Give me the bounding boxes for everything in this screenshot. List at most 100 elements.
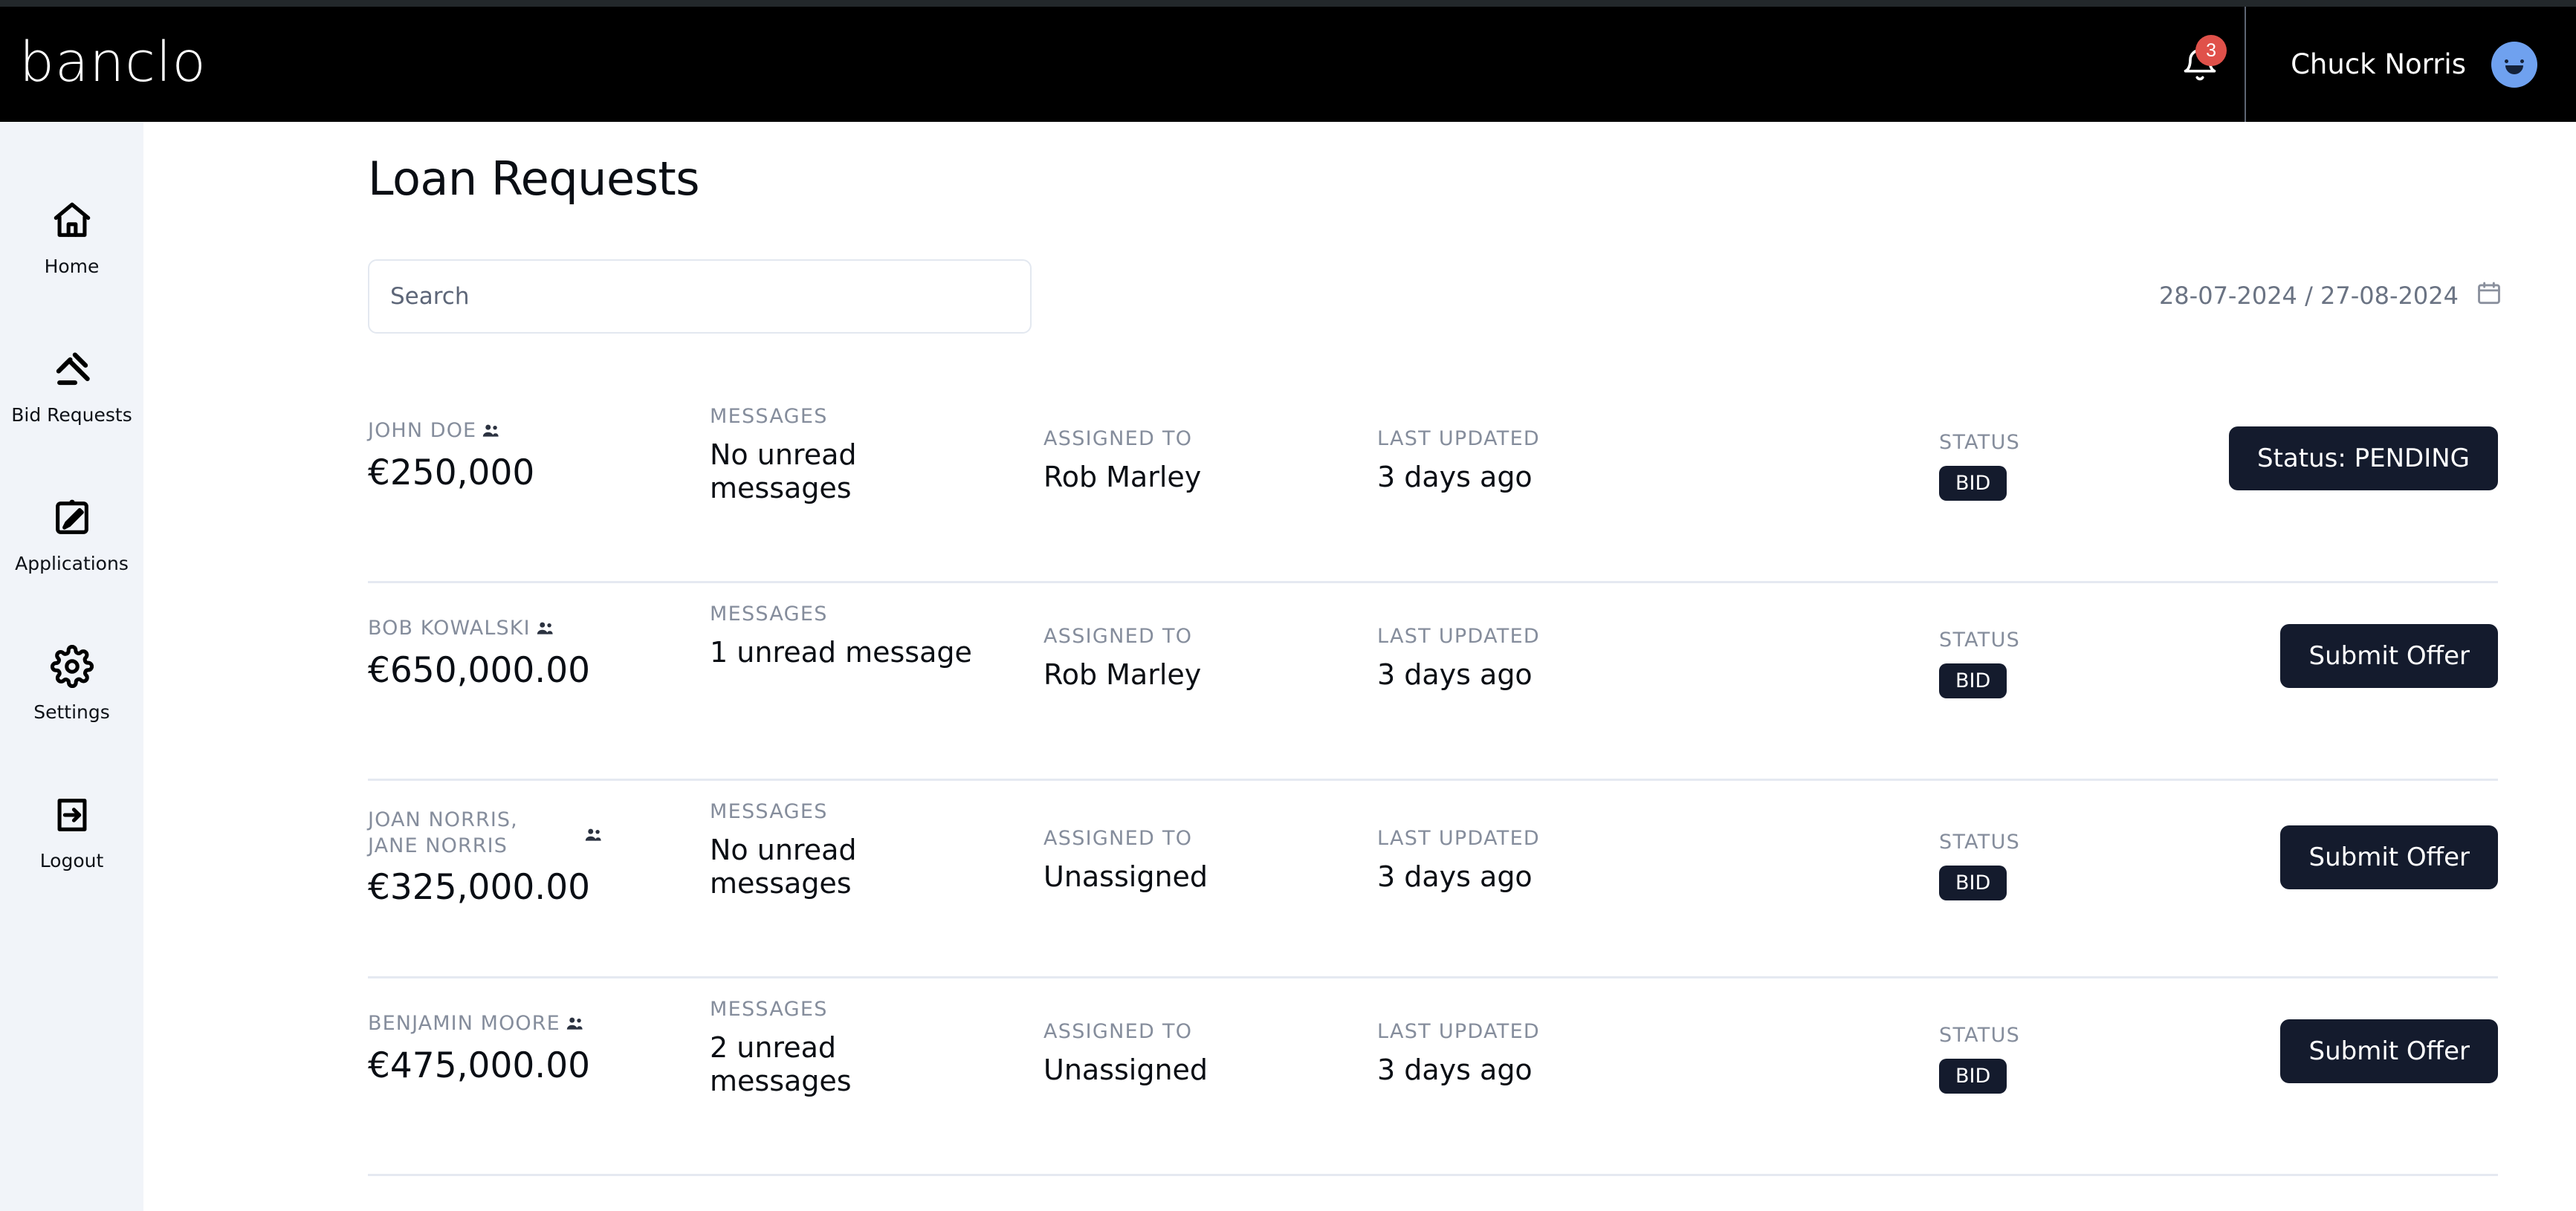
sidebar-item-applications[interactable]: Applications	[0, 477, 143, 626]
logout-icon	[51, 790, 94, 840]
group-icon	[565, 1014, 584, 1037]
messages-column-label: MESSAGES	[710, 800, 870, 823]
clipboard-pencil-icon	[51, 493, 94, 542]
assigned-to-column-label: ASSIGNED TO	[1043, 827, 1259, 850]
loan-amount: €475,000.00	[368, 1045, 665, 1086]
calendar-icon[interactable]	[2475, 279, 2503, 311]
status-cell: STATUS BID	[1921, 629, 2077, 698]
borrower-cell: JOAN NORRIS, JANE NORRIS €325,000.00	[368, 808, 665, 908]
last-updated-value: 3 days ago	[1377, 1053, 1593, 1087]
gear-icon	[51, 642, 94, 691]
messages-cell: MESSAGES 1 unread message	[710, 603, 955, 669]
home-icon	[51, 196, 94, 245]
status-column-label: STATUS	[1939, 1024, 2077, 1047]
messages-value: 2 unread messages	[710, 1031, 870, 1098]
group-icon	[535, 619, 554, 642]
borrower-cell: BENJAMIN MOORE €475,000.00	[368, 1011, 665, 1086]
last-updated-column-label: LAST UPDATED	[1377, 625, 1593, 648]
gavel-icon	[49, 345, 95, 394]
borrower-cell: JOHN DOE €250,000	[368, 418, 665, 493]
table-row[interactable]: BOB KOWALSKI €650,000.00 MESSAGES 1 unre…	[368, 583, 2498, 781]
assigned-to-cell: ASSIGNED TO Rob Marley	[1043, 427, 1259, 494]
date-range-text: 28-07-2024 / 27-08-2024	[2159, 282, 2459, 310]
row-action-button[interactable]: Submit Offer	[2280, 624, 2498, 688]
brand-logo[interactable]: banclo	[19, 35, 207, 90]
group-icon	[481, 421, 500, 444]
notifications-button[interactable]: 3	[2155, 7, 2245, 122]
sidebar-item-label: Settings	[33, 701, 110, 723]
last-updated-column-label: LAST UPDATED	[1377, 1020, 1593, 1043]
avatar[interactable]	[2491, 42, 2537, 88]
sidebar-item-home[interactable]: Home	[0, 180, 143, 328]
messages-value: No unread messages	[710, 438, 870, 505]
notification-count-badge: 3	[2195, 35, 2227, 66]
last-updated-cell: LAST UPDATED 3 days ago	[1377, 625, 1593, 692]
main-content: Loan Requests 28-07-2024 / 27-08-2024 JO…	[143, 122, 2576, 1211]
borrower-names: JOHN DOE	[368, 418, 658, 444]
avatar-eye-left	[2505, 59, 2508, 63]
table-row[interactable]: BENJAMIN MOORE €475,000.00 MESSAGES 2 un…	[368, 978, 2498, 1176]
header-right-cluster: 3 Chuck Norris	[2155, 7, 2576, 122]
assigned-to-value: Unassigned	[1043, 1053, 1259, 1087]
sidebar-item-bid-requests[interactable]: Bid Requests	[0, 328, 143, 477]
assigned-to-column-label: ASSIGNED TO	[1043, 427, 1259, 450]
messages-column-label: MESSAGES	[710, 998, 870, 1021]
status-cell: STATUS BID	[1921, 831, 2077, 900]
last-updated-cell: LAST UPDATED 3 days ago	[1377, 1020, 1593, 1087]
window-top-strip	[0, 0, 2576, 7]
row-action-button[interactable]: Submit Offer	[2280, 1019, 2498, 1083]
last-updated-cell: LAST UPDATED 3 days ago	[1377, 427, 1593, 494]
row-action-button[interactable]: Submit Offer	[2280, 825, 2498, 889]
page-title: Loan Requests	[368, 152, 699, 206]
action-cell: Submit Offer	[2280, 624, 2498, 688]
messages-value: No unread messages	[710, 834, 870, 900]
user-name: Chuck Norris	[2291, 48, 2466, 80]
assigned-to-cell: ASSIGNED TO Unassigned	[1043, 1020, 1259, 1087]
assigned-to-cell: ASSIGNED TO Unassigned	[1043, 827, 1259, 894]
assigned-to-cell: ASSIGNED TO Rob Marley	[1043, 625, 1259, 692]
loan-requests-list: JOHN DOE €250,000 MESSAGES No unread mes…	[143, 386, 2576, 1176]
sidebar-item-label: Applications	[15, 553, 129, 574]
sidebar-item-logout[interactable]: Logout	[0, 774, 143, 923]
sidebar-item-label: Bid Requests	[11, 404, 132, 426]
loan-amount: €650,000.00	[368, 650, 665, 691]
assigned-to-column-label: ASSIGNED TO	[1043, 1020, 1259, 1043]
status-cell: STATUS BID	[1921, 1024, 2077, 1094]
status-column-label: STATUS	[1939, 431, 2077, 454]
status-badge: BID	[1939, 466, 2007, 501]
loan-amount: €250,000	[368, 452, 665, 493]
table-row[interactable]: JOHN DOE €250,000 MESSAGES No unread mes…	[368, 386, 2498, 583]
borrower-name-text: BOB KOWALSKI	[368, 616, 531, 642]
borrower-names: JOAN NORRIS, JANE NORRIS	[368, 808, 658, 859]
sidebar-item-settings[interactable]: Settings	[0, 626, 143, 774]
table-row[interactable]: JOAN NORRIS, JANE NORRIS €325,000.00 MES…	[368, 781, 2498, 978]
avatar-mouth	[2505, 65, 2523, 74]
date-range-picker[interactable]: 28-07-2024 / 27-08-2024	[2159, 279, 2503, 311]
search-input[interactable]	[368, 259, 1032, 334]
sidebar-item-label: Home	[45, 256, 100, 277]
messages-column-label: MESSAGES	[710, 603, 955, 626]
row-action-button[interactable]: Status: PENDING	[2229, 426, 2498, 490]
status-column-label: STATUS	[1939, 629, 2077, 652]
borrower-names: BENJAMIN MOORE	[368, 1011, 658, 1037]
last-updated-column-label: LAST UPDATED	[1377, 427, 1593, 450]
assigned-to-value: Unassigned	[1043, 860, 1259, 894]
sidebar: Home Bid Requests Applications	[0, 122, 143, 1211]
status-cell: STATUS BID	[1921, 431, 2077, 501]
last-updated-value: 3 days ago	[1377, 461, 1593, 494]
app-header: banclo 3 Chuck Norris	[0, 7, 2576, 122]
user-menu[interactable]: Chuck Norris	[2246, 7, 2576, 122]
messages-cell: MESSAGES No unread messages	[710, 405, 870, 505]
status-badge: BID	[1939, 663, 2007, 698]
assigned-to-value: Rob Marley	[1043, 658, 1259, 692]
borrower-name-text: BENJAMIN MOORE	[368, 1011, 560, 1037]
messages-column-label: MESSAGES	[710, 405, 870, 428]
messages-cell: MESSAGES 2 unread messages	[710, 998, 870, 1098]
loan-amount: €325,000.00	[368, 867, 665, 908]
borrower-name-text: JOHN DOE	[368, 418, 476, 444]
assigned-to-value: Rob Marley	[1043, 461, 1259, 494]
status-badge: BID	[1939, 1059, 2007, 1094]
action-cell: Submit Offer	[2280, 1019, 2498, 1083]
assigned-to-column-label: ASSIGNED TO	[1043, 625, 1259, 648]
last-updated-column-label: LAST UPDATED	[1377, 827, 1593, 850]
